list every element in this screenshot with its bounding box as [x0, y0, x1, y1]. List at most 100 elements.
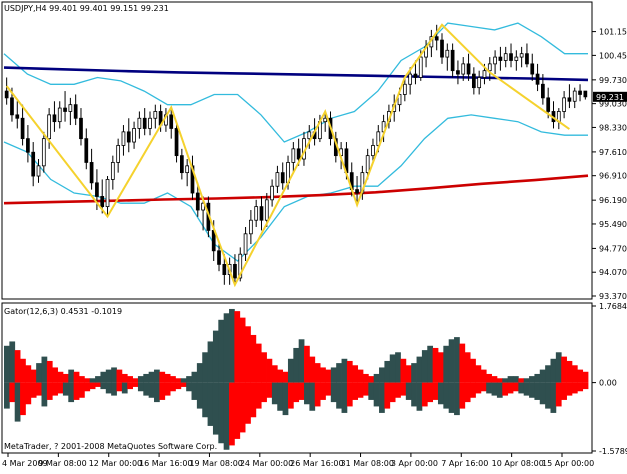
gator-lower-bar [159, 382, 166, 400]
time-tick-label: 3 Apr 00:00 [391, 459, 438, 468]
candle-body [169, 114, 174, 129]
gator-lower-bar [400, 382, 407, 396]
gator-upper-bar [454, 337, 460, 383]
gator-lower-bar [261, 382, 267, 403]
candle-body [137, 117, 142, 129]
gator-upper-bar [491, 376, 498, 383]
time-tick-label: 16 Mar 16:00 [139, 459, 192, 468]
gator-lower-bar [271, 382, 278, 405]
gator-lower-bar [164, 382, 171, 396]
gator-upper-bar [282, 371, 289, 383]
gator-lower-bar [89, 382, 96, 390]
gator-lower-bar [148, 382, 155, 398]
gator-lower-bar [427, 382, 434, 403]
gator-lower-bar [373, 382, 380, 407]
gator-lower-bar [239, 382, 246, 433]
candle-body [307, 131, 312, 140]
gator-upper-bar [293, 347, 300, 383]
price-tick-label: 97.610 [599, 148, 627, 157]
gator-lower-bar [464, 382, 471, 403]
gator-upper-bar [9, 341, 16, 383]
gator-upper-bar [266, 358, 273, 383]
candle-body [73, 104, 78, 119]
candle-body [79, 117, 83, 140]
candle-body [450, 49, 455, 72]
gator-lower-bar [68, 382, 75, 403]
price-tick-label: 94.770 [599, 244, 627, 253]
gator-upper-bar [577, 369, 584, 383]
gator-upper-bar [400, 358, 407, 383]
candle-body [434, 36, 439, 41]
gator-upper-bar [46, 360, 53, 383]
gator-lower-bar [496, 382, 503, 398]
gator-upper-bar [512, 376, 519, 383]
candle-body [142, 117, 147, 129]
gator-upper-bar [245, 326, 251, 383]
gator-lower-bar [105, 382, 112, 394]
gator-upper-bar [437, 352, 444, 383]
candle-body [15, 114, 20, 119]
candle-body [84, 138, 89, 163]
candle-body [52, 114, 57, 123]
gator-upper-bar [566, 360, 573, 383]
gator-lower-bar [502, 382, 509, 396]
gator-upper-bar [170, 376, 176, 383]
candle-body [174, 128, 179, 157]
gator-tick-label: 0.00 [599, 379, 617, 388]
gator-label: Gator(12,6,3) 0.4531 -0.1019 [4, 307, 122, 316]
gator-upper-bar [561, 356, 567, 383]
price-tick-label: 99.730 [599, 76, 627, 85]
gator-upper-bar [121, 373, 128, 383]
gator-lower-bar [362, 382, 369, 396]
price-marker-label: 99.231 [596, 93, 624, 102]
gator-upper-bar [309, 356, 316, 383]
candle-body [110, 162, 115, 180]
gator-lower-bar [421, 382, 428, 407]
candle-body [562, 97, 566, 112]
gator-upper-bar [352, 365, 359, 383]
gator-upper-bar [239, 317, 246, 383]
time-tick-label: 15 Apr 00:00 [542, 459, 594, 468]
gator-upper-bar [518, 378, 525, 383]
gator-upper-bar [555, 352, 562, 383]
gator-lower-bar [277, 382, 284, 411]
gator-upper-bar [507, 376, 514, 383]
gator-upper-bar [137, 376, 144, 383]
gator-lower-bar [550, 382, 557, 413]
gator-upper-bar [116, 369, 123, 383]
gator-lower-bar [100, 382, 107, 390]
gator-lower-bar [539, 382, 546, 405]
time-tick-label: 24 Mar 00:00 [240, 459, 293, 468]
candle-body [541, 83, 545, 99]
gator-upper-bar [502, 378, 509, 383]
gator-upper-bar [250, 334, 257, 383]
candle-body [89, 162, 94, 184]
current-price-marker: 99.231 [593, 91, 627, 102]
gator-upper-bar [480, 369, 487, 383]
gator-lower-bar [491, 382, 498, 396]
gator-lower-bar [293, 382, 300, 403]
time-tick-label: 10 Apr 08:00 [492, 459, 544, 468]
gator-upper-bar [36, 363, 42, 383]
gator-upper-bar [207, 341, 214, 383]
gator-upper-bar [373, 373, 380, 383]
gator-lower-bar [116, 382, 123, 392]
gator-lower-bar [566, 382, 573, 396]
gator-lower-bar [309, 382, 316, 411]
gator-upper-bar [571, 365, 578, 383]
candle-body [583, 90, 588, 98]
gator-upper-bar [336, 363, 342, 383]
gator-upper-bar [62, 373, 69, 383]
gator-lower-bar [314, 382, 321, 407]
gator-lower-bar [411, 382, 417, 407]
time-tick-label: 19 Mar 08:00 [189, 459, 242, 468]
gator-lower-bar [73, 382, 80, 400]
gator-upper-bar [89, 378, 96, 383]
candle-body [10, 97, 14, 116]
gator-upper-bar [164, 373, 171, 383]
gator-lower-bar [534, 382, 541, 400]
candle-body [41, 138, 46, 167]
gator-lower-bar [577, 382, 584, 392]
gator-upper-bar [582, 371, 589, 383]
gator-upper-bar [52, 367, 58, 383]
